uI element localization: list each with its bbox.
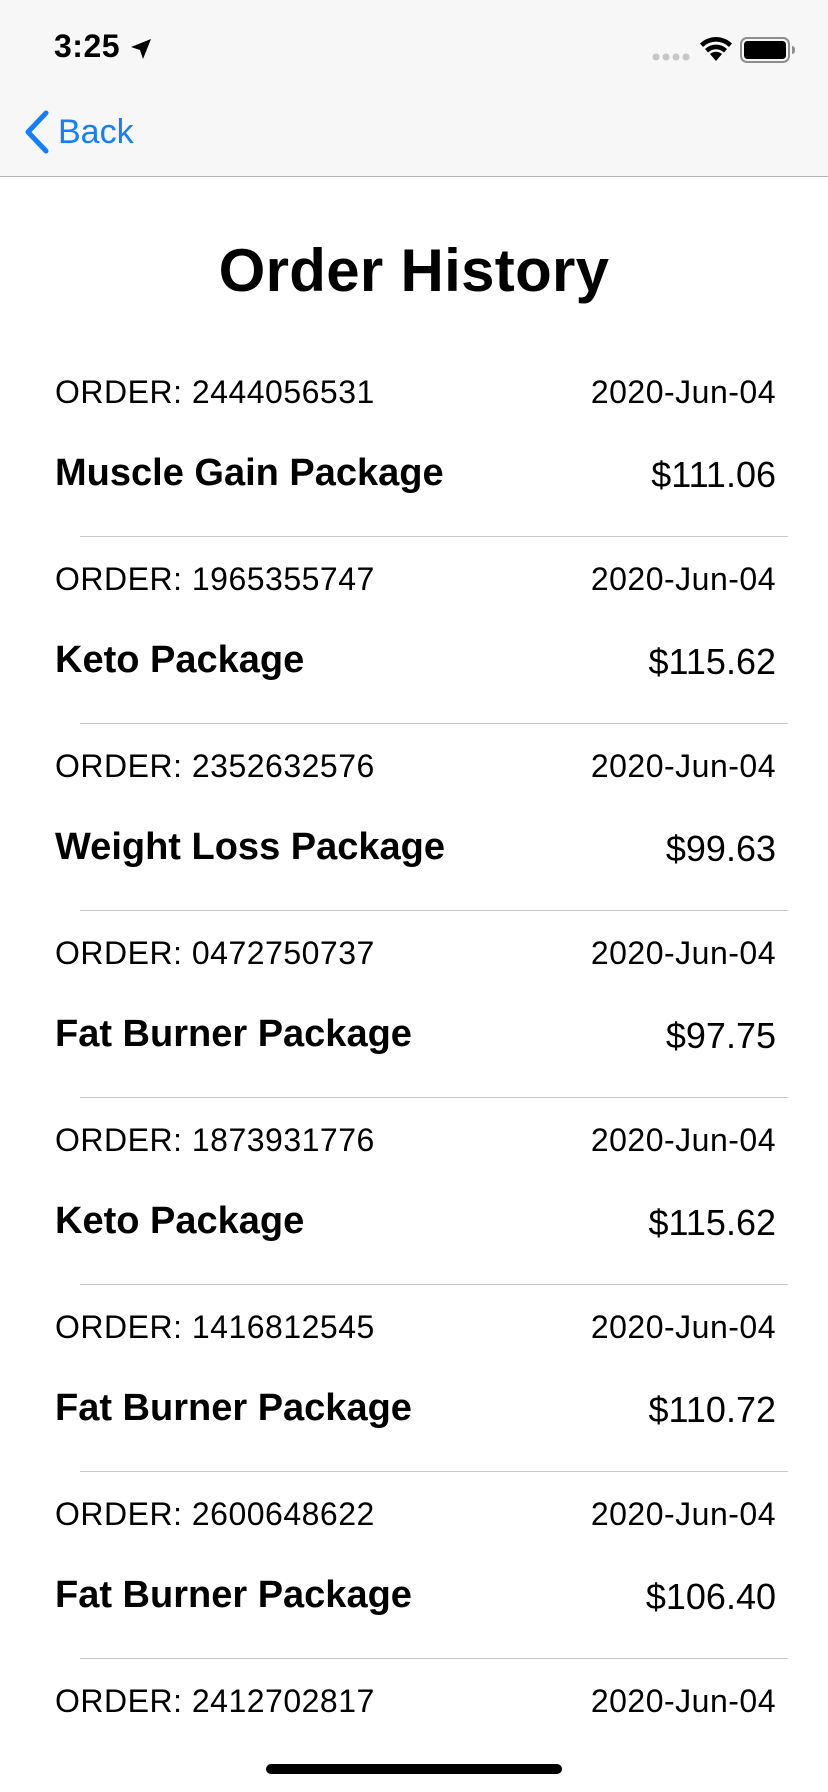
order-history-screen: 3:25 Back Order History ORDER: 244405653… <box>0 0 828 1792</box>
back-button[interactable]: Back <box>22 106 134 158</box>
order-price: $111.06 <box>651 454 776 495</box>
order-price: $115.62 <box>648 1202 776 1243</box>
order-row[interactable]: ORDER: 1873931776 2020-Jun-04 Keto Packa… <box>0 1098 828 1285</box>
package-name: Fat Burner Package <box>55 1013 412 1055</box>
package-name: Keto Package <box>55 639 305 681</box>
order-number: ORDER: 2444056531 <box>55 374 375 410</box>
order-row[interactable]: ORDER: 0472750737 2020-Jun-04 Fat Burner… <box>0 911 828 1098</box>
order-date: 2020-Jun-04 <box>590 1683 776 1719</box>
location-arrow-icon <box>131 39 151 59</box>
order-date: 2020-Jun-04 <box>590 1309 776 1345</box>
order-number: ORDER: 2600648622 <box>55 1496 375 1532</box>
order-date: 2020-Jun-04 <box>590 374 776 410</box>
order-number: ORDER: 2412702817 <box>55 1683 375 1719</box>
order-row[interactable]: ORDER: 2352632576 2020-Jun-04 Weight Los… <box>0 724 828 911</box>
package-name: Fat Burner Package <box>55 1574 412 1616</box>
order-date: 2020-Jun-04 <box>590 748 776 784</box>
package-name: Weight Loss Package <box>55 826 445 868</box>
order-row[interactable]: ORDER: 2444056531 2020-Jun-04 Muscle Gai… <box>0 350 828 537</box>
order-number: ORDER: 0472750737 <box>55 935 375 971</box>
order-date: 2020-Jun-04 <box>590 561 776 597</box>
order-list: ORDER: 2444056531 2020-Jun-04 Muscle Gai… <box>0 350 828 1792</box>
order-number: ORDER: 1873931776 <box>55 1122 375 1158</box>
order-price: $99.63 <box>665 828 776 869</box>
package-name: Fat Burner Package <box>55 1387 412 1429</box>
back-button-label: Back <box>58 112 134 151</box>
order-price: $110.72 <box>648 1389 776 1430</box>
order-price: $97.75 <box>665 1015 776 1056</box>
order-date: 2020-Jun-04 <box>590 935 776 971</box>
order-row[interactable]: ORDER: 1965355747 2020-Jun-04 Keto Packa… <box>0 537 828 724</box>
order-price: $106.40 <box>645 1576 776 1617</box>
package-name: Muscle Gain Package <box>55 452 444 494</box>
navigation-bar: 3:25 Back <box>0 0 828 177</box>
order-number: ORDER: 1965355747 <box>55 561 375 597</box>
order-date: 2020-Jun-04 <box>590 1496 776 1532</box>
cellular-signal-icon <box>652 53 690 61</box>
order-row[interactable]: ORDER: 1416812545 2020-Jun-04 Fat Burner… <box>0 1285 828 1472</box>
order-number: ORDER: 1416812545 <box>55 1309 375 1345</box>
package-name: Keto Package <box>55 1200 305 1242</box>
page-title: Order History <box>218 237 610 304</box>
wifi-icon <box>700 37 732 61</box>
order-row[interactable]: ORDER: 2600648622 2020-Jun-04 Fat Burner… <box>0 1472 828 1659</box>
order-date: 2020-Jun-04 <box>590 1122 776 1158</box>
order-number: ORDER: 2352632576 <box>55 748 375 784</box>
chevron-left-icon <box>25 110 49 154</box>
status-time: 3:25 <box>54 28 121 64</box>
home-indicator[interactable] <box>266 1764 562 1774</box>
order-price: $115.62 <box>648 641 776 682</box>
battery-icon <box>740 37 795 63</box>
